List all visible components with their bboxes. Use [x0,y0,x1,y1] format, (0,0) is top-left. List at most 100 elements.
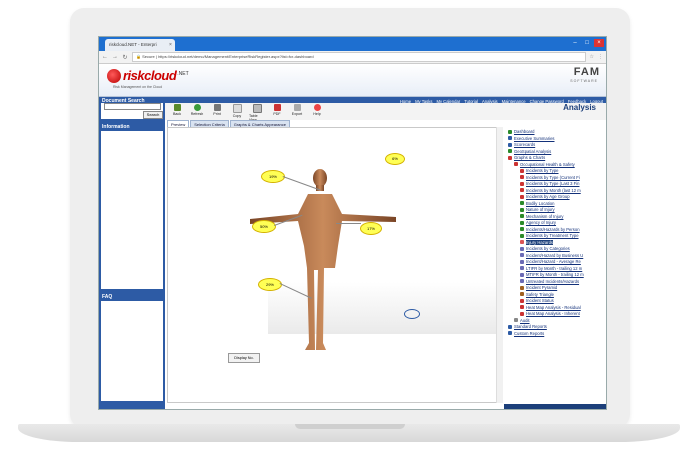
print-button[interactable]: Print [209,103,225,116]
report-icon [508,331,512,335]
bubble-shoulder: 19% [261,170,285,183]
back-icon [173,104,181,111]
leader-line [336,223,361,224]
address-bar: ← → ↻ 🔒 Secure | https://riskcloud.net/d… [99,51,606,64]
tree-item[interactable]: Custom Reports [508,331,544,336]
tree-item[interactable]: Incidents by Treatment Type [520,233,579,238]
search-input[interactable] [104,103,161,110]
tree-item[interactable]: Incident/Hazard - Average Re [520,259,581,264]
tree-item[interactable]: MTIFR by Month - trailing 12 m [520,272,584,277]
tree-item[interactable]: Executive Summaries [508,136,555,141]
tree-item-label: Graphs & Charts [514,155,546,160]
export-button[interactable]: Export [289,103,305,116]
tree-item[interactable]: Agency of Injury [520,220,556,225]
tree-item[interactable]: Incidents by Type (Current Fi [520,175,580,180]
report-icon [520,253,524,257]
report-icon [508,149,512,153]
copy-icon [232,104,242,113]
refresh-button[interactable]: Refresh [189,103,205,116]
pdf-icon [273,104,281,111]
report-icon [508,155,512,160]
tree-item-label: Incidents by Treatment Type [526,233,579,238]
report-icon [520,227,524,231]
tree-item[interactable]: Injury Hazards [520,239,553,245]
back-button[interactable]: Back [169,103,185,116]
browser-tab[interactable]: riskcloud.NET - Enterpri × [105,39,175,51]
tree-item[interactable]: LTIFR by Month - trailing 12 m [520,266,582,271]
report-icon [520,279,524,283]
display-no-button[interactable]: Display No. [228,353,260,363]
help-button[interactable]: Help [309,103,325,116]
back-arrow-icon[interactable]: ← [102,54,108,60]
report-icon [520,181,524,186]
pdf-button[interactable]: PDF [269,103,285,116]
tree-item[interactable]: Heat Map Analysis - Inherent [520,311,580,316]
tree-item[interactable]: Incidents by Type (Last 3 Fin [520,181,579,186]
forward-arrow-icon[interactable]: → [112,54,118,60]
search-button[interactable]: Search [143,111,163,119]
close-window-icon[interactable]: × [594,39,604,47]
tree-item[interactable]: Safety Triangle [520,292,554,297]
tree-item[interactable]: Incident/Hazard by Business U [520,253,583,258]
maximize-icon[interactable]: □ [582,39,592,47]
menu-icon[interactable]: ⋮ [598,54,603,60]
tree-item[interactable]: Incidents/Hazards by Person [520,227,580,232]
tree-item-label: Bodily Location [526,200,555,206]
vertical-scrollbar[interactable] [496,127,503,403]
copy-button[interactable]: Copy [229,103,245,118]
tree-item-label: Dashboard [514,129,535,134]
information-panel [101,131,163,289]
report-icon [520,311,524,316]
tree-item[interactable]: Incidents by Categories [520,246,570,251]
table-icon [252,104,262,113]
report-icon [520,175,524,179]
tree-item[interactable]: Nature of Injury [520,207,555,212]
tree-item[interactable]: Audit [514,318,530,323]
tree-item[interactable]: Incidents by Type [520,168,559,173]
secure-label: Secure [142,54,155,59]
tree-item[interactable]: Dashboard [508,129,535,134]
tab-close-icon[interactable]: × [169,39,172,51]
rotate-icon[interactable] [404,309,420,319]
report-icon [520,207,524,212]
report-icon [520,266,524,270]
report-icon [520,272,524,277]
tree-item-label: Incident Pyramid [526,285,558,290]
tree-item[interactable]: Graphs & Charts [508,155,545,160]
tree-item[interactable]: Mechanism of Injury [520,214,563,219]
star-icon[interactable]: ☆ [590,54,594,60]
tree-item[interactable]: Scorecards [508,142,535,147]
report-icon [520,292,524,296]
tree-item-label: Incidents by Categories [526,246,570,251]
tree-item[interactable]: Incidents by Month (last 12 m [520,188,581,193]
tree-item-label: Scorecards [514,142,536,147]
tree-item[interactable]: Bodily Location [520,201,554,206]
report-icon [520,259,524,264]
report-icon [520,240,524,244]
tree-item[interactable]: Standard Reports [508,324,547,329]
tree-item-label: Incident/Hazard by Business U [526,252,584,258]
app-header: riskcloud .NET Risk Management on the Cl… [99,64,606,97]
tree-item-label: Nature of Injury [526,207,555,212]
url-field[interactable]: 🔒 Secure | https://riskcloud.net/demo/Ma… [132,52,586,62]
report-tree: Dashboard Executive Summaries Scorecards Ge… [504,127,604,403]
tree-item[interactable]: Incidents by Age Group [520,194,570,199]
minimize-icon[interactable]: – [570,39,580,47]
report-icon [520,233,524,238]
tree-item[interactable]: Incident Status [520,298,554,303]
horizontal-scrollbar[interactable] [504,404,606,409]
tree-item-label: Safety Triangle [526,291,554,297]
tree-item[interactable]: Incident Pyramid [520,285,557,290]
tree-item[interactable]: Heat Map Analysis - Residual [520,305,581,310]
tree-item[interactable]: GeoSpatial Analysis [508,149,551,154]
report-icon [520,188,524,192]
tree-item[interactable]: Untreated Incidents/Hazards [520,279,579,284]
tree-item[interactable]: Occupational Health & Safety [514,162,575,167]
logo-text: riskcloud [123,68,177,83]
information-title: Information [102,124,130,130]
partner-subtitle: SOFTWARE [570,79,598,83]
bubble-left-arm: 17% [360,222,382,235]
reload-icon[interactable]: ↻ [122,54,128,61]
report-icon [520,201,524,205]
logo-tagline: Risk Management on the Cloud [113,85,163,89]
